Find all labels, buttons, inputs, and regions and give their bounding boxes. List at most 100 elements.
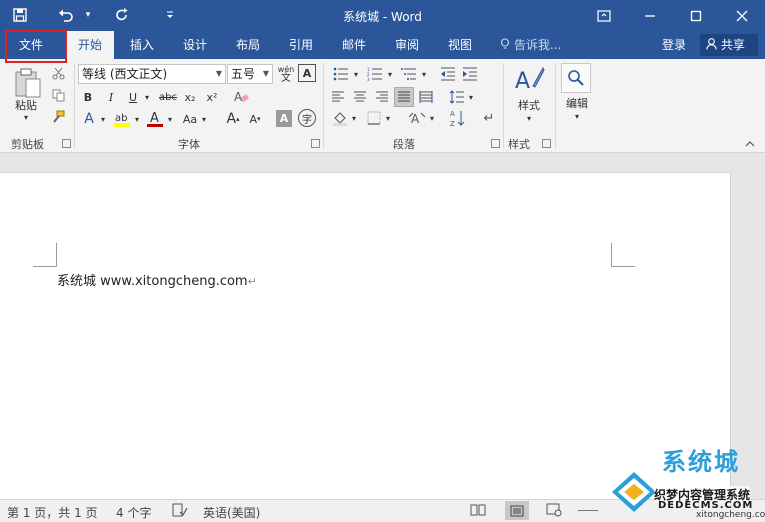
web-layout-icon[interactable]: [546, 503, 562, 520]
multilevel-list-icon[interactable]: [398, 65, 420, 83]
group-divider: [323, 63, 324, 149]
tab-layout[interactable]: 布局: [226, 31, 270, 59]
clipboard-launcher-icon[interactable]: [62, 139, 71, 148]
maximize-button[interactable]: [673, 0, 719, 31]
highlight-dropdown-icon[interactable]: ▾: [133, 112, 141, 126]
bold-button[interactable]: B: [80, 88, 96, 106]
distributed-icon[interactable]: [416, 88, 436, 106]
align-center-icon[interactable]: [350, 88, 370, 106]
highlight-color-icon[interactable]: ab: [112, 109, 132, 129]
undo-dropdown-icon[interactable]: ▾: [82, 4, 94, 26]
decrease-indent-icon[interactable]: [438, 65, 458, 83]
paragraph-launcher-icon[interactable]: [491, 139, 500, 148]
font-color-icon[interactable]: A: [145, 109, 165, 129]
format-painter-icon[interactable]: [50, 109, 66, 125]
phonetic-guide-icon[interactable]: wén 文: [276, 64, 296, 84]
tab-home[interactable]: 开始: [66, 31, 114, 59]
font-color-dropdown-icon[interactable]: ▾: [166, 112, 174, 126]
save-icon[interactable]: [8, 4, 32, 26]
chinese-layout-icon[interactable]: A: [406, 109, 428, 127]
font-name-select[interactable]: 等线 (西文正文) ▼: [78, 64, 226, 84]
tab-review[interactable]: 审阅: [385, 31, 429, 59]
character-border-icon[interactable]: A: [298, 64, 316, 82]
cut-icon[interactable]: [50, 65, 66, 81]
collapse-ribbon-icon[interactable]: [745, 139, 755, 150]
borders-icon[interactable]: [364, 109, 384, 127]
underline-dropdown-icon[interactable]: ▾: [142, 88, 152, 106]
underline-button[interactable]: U: [125, 88, 141, 106]
search-icon[interactable]: [561, 63, 591, 93]
styles-dropdown-icon[interactable]: ▾: [524, 113, 534, 123]
editing-button[interactable]: 编辑: [558, 95, 596, 111]
zoom-slider[interactable]: [578, 510, 598, 511]
close-button[interactable]: [719, 0, 765, 31]
paste-button[interactable]: 粘贴: [8, 97, 44, 113]
tell-me-box[interactable]: 告诉我...: [500, 31, 561, 59]
text-effects-dropdown-icon[interactable]: ▾: [99, 112, 107, 126]
share-button[interactable]: 共享: [700, 34, 758, 56]
tab-view[interactable]: 视图: [438, 31, 482, 59]
numbering-dropdown-icon[interactable]: ▾: [386, 67, 394, 81]
ribbon: 粘贴 ▾ 剪贴板 等线 (西文正文) ▼ 五号 ▼ wén 文 A B I U ▾ a…: [0, 59, 765, 153]
clear-formatting-icon[interactable]: A: [232, 88, 250, 106]
bullets-dropdown-icon[interactable]: ▾: [352, 67, 360, 81]
increase-indent-icon[interactable]: [460, 65, 480, 83]
styles-button[interactable]: 样式: [510, 97, 548, 113]
bullets-icon[interactable]: [330, 65, 352, 83]
page-count[interactable]: 第 1 页，共 1 页: [7, 504, 98, 521]
editing-dropdown-icon[interactable]: ▾: [572, 111, 582, 121]
tab-references[interactable]: 引用: [279, 31, 323, 59]
strikethrough-button[interactable]: abc: [157, 88, 179, 106]
minimize-button[interactable]: [627, 0, 673, 31]
sort-icon[interactable]: AZ: [448, 107, 468, 129]
grow-font-icon[interactable]: A ▴: [224, 109, 242, 129]
justify-icon[interactable]: [394, 87, 414, 107]
customize-qat-icon[interactable]: [164, 4, 176, 26]
paste-dropdown-icon[interactable]: ▾: [20, 112, 32, 122]
styles-launcher-icon[interactable]: [542, 139, 551, 148]
align-left-icon[interactable]: [328, 88, 348, 106]
styles-group-label: 样式: [508, 138, 530, 151]
line-spacing-icon[interactable]: [447, 88, 467, 106]
proofing-icon[interactable]: [172, 503, 188, 520]
italic-button[interactable]: I: [103, 88, 119, 106]
language-indicator[interactable]: 英语(美国): [203, 504, 260, 521]
change-case-button[interactable]: Aa: [180, 109, 200, 129]
numbering-icon[interactable]: 123: [364, 65, 386, 83]
undo-icon[interactable]: [54, 4, 78, 26]
character-shading-icon[interactable]: A: [276, 110, 292, 127]
window-controls: [581, 0, 765, 31]
clipboard-icon[interactable]: [10, 65, 46, 101]
align-right-icon[interactable]: [372, 88, 392, 106]
line-spacing-dropdown-icon[interactable]: ▾: [467, 90, 475, 104]
subscript-button[interactable]: x₂: [181, 88, 199, 106]
font-size-select[interactable]: 五号 ▼: [227, 64, 273, 84]
redo-icon[interactable]: [110, 4, 134, 26]
shading-icon[interactable]: [330, 109, 350, 127]
copy-icon[interactable]: [50, 87, 66, 103]
ribbon-display-options-icon[interactable]: [581, 0, 627, 31]
tab-insert[interactable]: 插入: [120, 31, 164, 59]
read-mode-icon[interactable]: [470, 503, 486, 520]
shrink-font-icon[interactable]: A ▾: [246, 109, 264, 129]
borders-dropdown-icon[interactable]: ▾: [384, 111, 392, 125]
window-title: 系统城 - Word: [343, 10, 422, 24]
font-launcher-icon[interactable]: [311, 139, 320, 148]
enclose-characters-icon[interactable]: 字: [298, 109, 316, 127]
print-layout-icon[interactable]: [505, 501, 529, 520]
file-tab-highlight: [5, 30, 67, 63]
document-body-text[interactable]: 系统城 www.xitongcheng.com↵: [57, 270, 257, 289]
text-effects-icon[interactable]: A: [80, 109, 98, 129]
shading-dropdown-icon[interactable]: ▾: [350, 111, 358, 125]
word-count[interactable]: 4 个字: [116, 504, 151, 521]
login-link[interactable]: 登录: [662, 31, 686, 59]
tab-design[interactable]: 设计: [173, 31, 217, 59]
styles-icon[interactable]: A: [512, 63, 546, 95]
show-marks-icon[interactable]: ↵: [480, 109, 498, 127]
tab-mailings[interactable]: 邮件: [332, 31, 376, 59]
multilevel-dropdown-icon[interactable]: ▾: [420, 67, 428, 81]
change-case-dropdown-icon[interactable]: ▾: [200, 112, 208, 126]
chinese-layout-dropdown-icon[interactable]: ▾: [428, 111, 436, 125]
tell-me-placeholder: 告诉我...: [513, 38, 562, 52]
superscript-button[interactable]: x²: [203, 88, 221, 106]
